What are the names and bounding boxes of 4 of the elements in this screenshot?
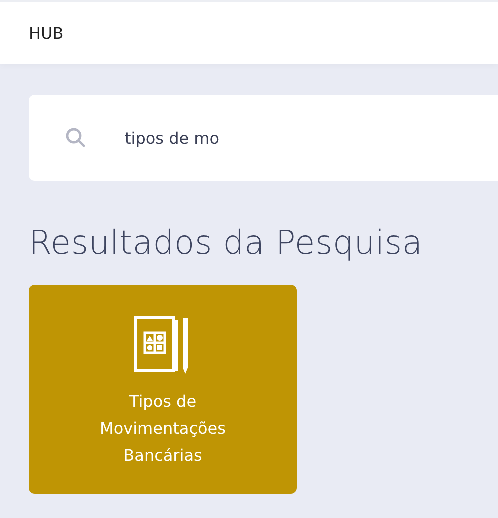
app-title: HUB	[29, 24, 64, 42]
card-label: Tipos de Movimentações Bancárias	[99, 391, 227, 467]
search-field[interactable]: tipos de mo	[29, 95, 498, 181]
results-heading: Resultados da Pesquisa	[29, 222, 424, 264]
